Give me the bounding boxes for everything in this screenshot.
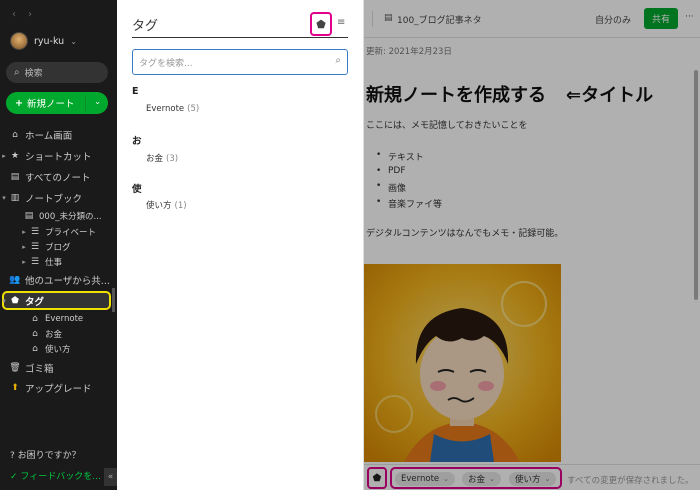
sidebar-item-home[interactable]: ⌂ ホーム画面 xyxy=(0,127,117,143)
sidebar-item-notebook-blog[interactable]: ▸ ☰ ブログ xyxy=(0,239,117,255)
new-note-label: 新規ノート xyxy=(26,99,75,110)
sidebar-item-label: ブログ xyxy=(45,243,71,253)
plus-icon: + xyxy=(15,97,23,109)
help-icon: ? xyxy=(10,451,15,461)
sidebar-item-tag-evernote[interactable]: ⌂ Evernote xyxy=(0,311,117,327)
tag-name: お金 xyxy=(146,154,164,164)
chevron-down-icon: ⌄ xyxy=(70,36,77,46)
note-icon: ▤ xyxy=(10,172,20,182)
add-tag-button[interactable]: ⬟ xyxy=(310,12,332,36)
note-scrollbar[interactable] xyxy=(694,70,698,300)
sidebar-scrollbar[interactable] xyxy=(112,288,115,312)
tag-list-item[interactable]: Evernote (5) xyxy=(146,104,199,114)
avatar xyxy=(10,32,28,50)
sidebar-item-shared[interactable]: 👥 他のユーザから共... xyxy=(0,272,117,288)
sidebar-item-label: すべてのノート xyxy=(25,173,91,184)
sidebar-item-label: 他のユーザから共... xyxy=(25,276,110,287)
sidebar-item-notebook-private[interactable]: ▸ ☰ プライベート xyxy=(0,224,117,240)
notebook-icon: ▥ xyxy=(10,193,20,203)
tag-name: 使い方 xyxy=(146,201,172,211)
sort-icon[interactable]: ≡ xyxy=(337,17,345,28)
caret-right-icon[interactable]: ▸ xyxy=(20,258,28,266)
tag-count: (3) xyxy=(166,154,179,164)
sidebar-item-label: お金 xyxy=(45,330,63,340)
notebook-stack-icon: ☰ xyxy=(30,227,40,237)
users-icon: 👥 xyxy=(9,275,21,285)
sidebar-item-notebooks[interactable]: ▾ ▥ ノートブック xyxy=(0,190,117,206)
tag-search-placeholder: タグを検索... xyxy=(139,58,193,69)
caret-right-icon[interactable]: ▸ xyxy=(0,152,8,160)
caret-down-icon[interactable]: ▾ xyxy=(0,194,8,202)
tag-group-letter: 使 xyxy=(132,184,142,195)
notebook-stack-icon: ☰ xyxy=(30,257,40,267)
tag-count: (1) xyxy=(174,201,187,211)
sidebar-item-label: 使い方 xyxy=(45,345,71,355)
feedback-label: フィードバックを... xyxy=(20,472,101,482)
modal-overlay[interactable] xyxy=(364,0,700,490)
sidebar-item-tag-money[interactable]: ⌂ お金 xyxy=(0,326,117,342)
tag-count: (5) xyxy=(187,104,200,114)
caret-right-icon[interactable]: ▸ xyxy=(20,243,28,251)
home-icon: ⌂ xyxy=(12,130,18,140)
sidebar-item-label: プライベート xyxy=(45,228,97,238)
tag-list-item[interactable]: 使い方 (1) xyxy=(146,199,187,211)
help-link[interactable]: ? お困りですか？ xyxy=(10,448,81,461)
notebook-icon: ▤ xyxy=(24,211,34,221)
sidebar-item-label: Evernote xyxy=(45,314,84,324)
sidebar-item-label: ゴミ箱 xyxy=(25,364,54,375)
forward-icon[interactable]: › xyxy=(28,9,32,20)
sidebar-item-trash[interactable]: 🗑 ゴミ箱 xyxy=(0,360,117,376)
user-menu[interactable]: ryu-ku ⌄ xyxy=(10,32,77,50)
sidebar-item-label: 仕事 xyxy=(45,258,63,268)
caret-right-icon[interactable]: ▸ xyxy=(20,228,28,236)
sidebar-item-notebook-work[interactable]: ▸ ☰ 仕事 xyxy=(0,254,117,270)
star-icon: ★ xyxy=(10,151,20,161)
tag-icon: ⬟ xyxy=(11,296,19,306)
sidebar-item-label: ショートカット xyxy=(25,152,92,163)
sidebar-item-shortcuts[interactable]: ▸ ★ ショートカット xyxy=(0,148,117,164)
tag-outline-icon: ⌂ xyxy=(32,329,38,339)
divider xyxy=(132,37,348,38)
sidebar-item-all-notes[interactable]: ▤ すべてのノート xyxy=(0,169,117,185)
back-icon[interactable]: ‹ xyxy=(12,9,16,20)
notebook-stack-icon: ☰ xyxy=(30,242,40,252)
upgrade-icon: ⬆ xyxy=(11,383,19,393)
tag-plus-icon: ⬟ xyxy=(316,17,326,31)
tag-outline-icon: ⌂ xyxy=(32,344,38,354)
sidebar-item-label: アップグレード xyxy=(25,384,92,395)
search-icon: ⌕ xyxy=(335,55,341,66)
tag-outline-icon: ⌂ xyxy=(32,314,38,324)
sidebar-item-label: ノートブック xyxy=(25,194,83,205)
search-input[interactable]: ⌕ 検索 xyxy=(6,62,108,83)
sidebar-item-tag-howto[interactable]: ⌂ 使い方 xyxy=(0,341,117,357)
tag-group-letter: お xyxy=(132,136,142,147)
divider xyxy=(85,95,86,111)
sidebar-item-tags[interactable]: ▾ ⬟ タグ xyxy=(0,293,117,309)
user-name: ryu-ku xyxy=(34,35,65,47)
search-label: 検索 xyxy=(24,69,43,79)
sidebar-item-label: タグ xyxy=(25,297,45,308)
check-icon: ✓ xyxy=(10,472,18,482)
tag-name: Evernote xyxy=(146,104,185,114)
collapse-sidebar-button[interactable]: « xyxy=(104,468,117,486)
sidebar-item-upgrade[interactable]: ⬆ アップグレード xyxy=(0,380,117,396)
new-note-button[interactable]: + 新規ノート ⌄ xyxy=(6,92,108,114)
tag-list-item[interactable]: お金 (3) xyxy=(146,152,178,164)
tag-panel-title: タグ xyxy=(132,19,159,34)
tag-search-input[interactable]: タグを検索... ⌕ xyxy=(132,49,348,75)
feedback-link[interactable]: ✓ フィードバックを... xyxy=(10,469,101,482)
caret-down-icon[interactable]: ▾ xyxy=(0,297,8,305)
history-nav: ‹ › xyxy=(12,9,44,20)
sidebar: ‹ › ryu-ku ⌄ ⌕ 検索 + 新規ノート ⌄ ⌂ ホーム画面 ▸ ★ ショ… xyxy=(0,0,117,490)
sidebar-item-label: 000_未分類の... xyxy=(39,212,102,222)
trash-icon: 🗑 xyxy=(9,363,21,373)
tag-group-letter: E xyxy=(132,86,139,97)
help-label: お困りですか？ xyxy=(17,451,81,461)
tag-panel: タグ ⬟ ≡ タグを検索... ⌕ E Evernote (5) お お金 (3) … xyxy=(117,0,364,490)
sidebar-item-label: ホーム画面 xyxy=(25,131,73,142)
sidebar-item-notebook-inbox[interactable]: ▤ 000_未分類の... xyxy=(0,208,117,224)
chevron-down-icon[interactable]: ⌄ xyxy=(94,97,101,106)
search-icon: ⌕ xyxy=(14,67,20,78)
